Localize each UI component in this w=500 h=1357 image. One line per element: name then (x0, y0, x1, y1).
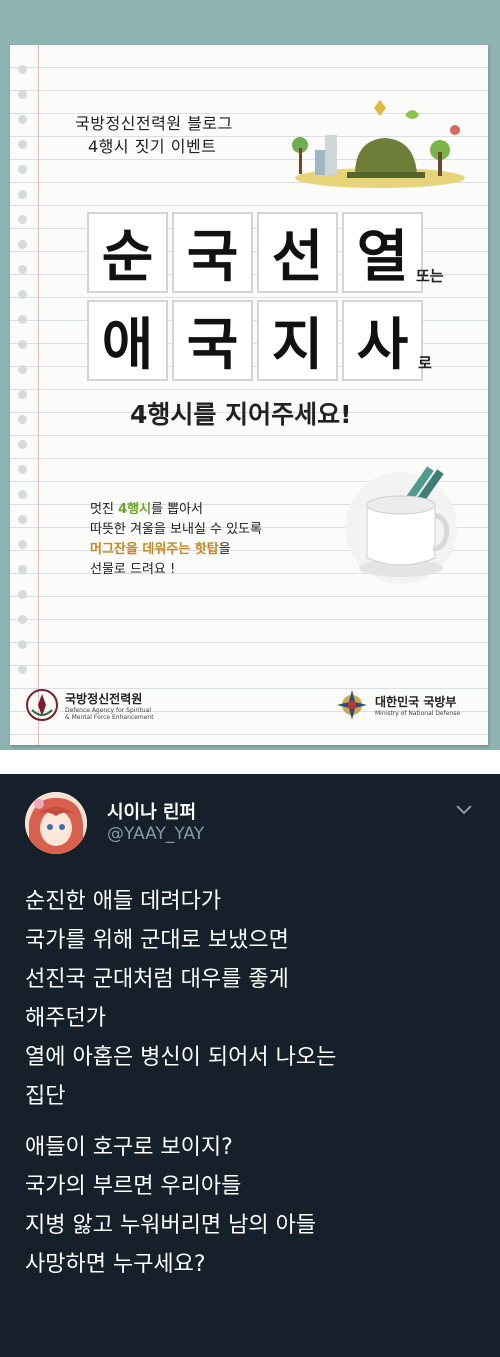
tweet-paragraph-1: 순진한 애들 데려다가 국가를 위해 군대로 보냈으면 선진국 군대처럼 대우를… (25, 882, 485, 1116)
tweet-line: 해주던가 (25, 1006, 106, 1031)
binder-hole (18, 640, 27, 649)
binder-hole (18, 465, 27, 474)
ministry-name-en: Ministry of National Defense (375, 710, 461, 717)
avatar[interactable] (25, 792, 87, 854)
binder-hole (18, 390, 27, 399)
tweet-text: 순진한 애들 데려다가 국가를 위해 군대로 보냈으면 선진국 군대처럼 대우를… (25, 882, 485, 1284)
ministry-logo: 대한민국 국방부 Ministry of National Defense (335, 688, 460, 722)
binder-hole (18, 515, 27, 524)
binder-hole (18, 340, 27, 349)
acrostic-char: 열 (342, 212, 423, 293)
tweet-line: 국가의 부르면 우리아들 (25, 1174, 242, 1199)
display-name[interactable]: 시이나 린퍼 (107, 798, 196, 824)
binder-hole (18, 240, 27, 249)
binder-hole (18, 615, 27, 624)
handwritten-title: 국방정신전력원 블로그 (75, 114, 233, 133)
tweet-line: 집단 (25, 1084, 66, 1109)
binder-hole (18, 140, 27, 149)
row1-suffix: 또는 (416, 267, 444, 285)
chevron-down-icon[interactable] (452, 800, 476, 820)
binder-hole (18, 290, 27, 299)
acrostic-char: 선 (257, 212, 338, 293)
agency-emblem-icon (26, 689, 58, 721)
binder-hole (18, 590, 27, 599)
acrostic-char: 사 (342, 300, 423, 381)
poster-image: 국방정신전력원 블로그 4행시 짓기 이벤트 순 국 선 열 또는 애 국 지 … (0, 0, 500, 750)
acrostic-char: 국 (172, 300, 253, 381)
binder-hole (18, 65, 27, 74)
binder-hole (18, 565, 27, 574)
binder-hole (18, 265, 27, 274)
prize-highlight: 머그잔을 데워주는 핫탑 (90, 542, 219, 557)
binder-hole (18, 415, 27, 424)
tweet-line: 열에 아홉은 병신이 되어서 나오는 (25, 1045, 337, 1070)
tweet-line: 순진한 애들 데려다가 (25, 889, 222, 914)
binder-hole (18, 365, 27, 374)
defence-agency-logo: 국방정신전력원 Defence Agency for Spiritual & M… (25, 688, 154, 722)
handwritten-subtitle: 4행시 짓기 이벤트 (88, 137, 217, 156)
acrostic-char: 국 (172, 212, 253, 293)
binder-hole (18, 490, 27, 499)
binder-hole (18, 190, 27, 199)
binder-hole (18, 165, 27, 174)
ministry-name: 대한민국 국방부 (375, 695, 457, 709)
tweet-card: 시이나 린퍼 @YAAY_YAY 순진한 애들 데려다가 국가를 위해 군대로 … (0, 774, 500, 1357)
mug-warmer-image (345, 466, 457, 584)
acrostic-char: 순 (87, 212, 168, 293)
acrostic-char: 애 (87, 300, 168, 381)
prize-text: 을 (218, 542, 231, 557)
user-handle[interactable]: @YAAY_YAY (107, 824, 204, 844)
prize-description: 멋진 4행시를 뽑아서 따뜻한 겨울을 보내실 수 있도록 머그잔을 데워주는 … (90, 500, 262, 580)
tweet-paragraph-2: 애들이 호구로 보이지? 국가의 부르면 우리아들 지병 앓고 누워버리면 남의… (25, 1128, 485, 1284)
prize-text: 를 뽑아서 (151, 502, 204, 517)
divider (0, 750, 500, 774)
prize-text: 멋진 (90, 502, 119, 517)
tweet-line: 선진국 군대처럼 대우를 좋게 (25, 967, 289, 992)
agency-name: 국방정신전력원 (65, 691, 143, 706)
acrostic-row-1: 순 국 선 열 (87, 212, 427, 293)
agency-name-en: Defence Agency for Spiritual (65, 706, 152, 714)
row2-suffix: 로 (418, 354, 432, 372)
binder-hole (18, 540, 27, 549)
binder-hole (18, 665, 27, 674)
tweet-line: 사망하면 누구세요? (25, 1252, 206, 1277)
poster-headline: 4행시를 지어주세요! (130, 400, 352, 429)
avatar-image (25, 792, 87, 854)
prize-highlight: 4행시 (118, 502, 152, 517)
prize-text: 따뜻한 겨울을 보내실 수 있도록 (90, 522, 263, 537)
tweet-line: 애들이 호구로 보이지? (25, 1135, 233, 1160)
helmet-illustration (292, 100, 465, 188)
margin-line (38, 45, 39, 745)
acrostic-row-2: 애 국 지 사 (87, 300, 427, 381)
binder-hole (18, 115, 27, 124)
binder-hole (18, 315, 27, 324)
agency-name-en: & Mental Force Enhancement (65, 713, 154, 721)
tweet-line: 지병 앓고 누워버리면 남의 아들 (25, 1213, 317, 1238)
tweet-line: 국가를 위해 군대로 보냈으면 (25, 928, 289, 953)
binder-hole (18, 440, 27, 449)
acrostic-char: 지 (257, 300, 338, 381)
ministry-emblem-icon (337, 690, 367, 720)
binder-hole (18, 90, 27, 99)
prize-text: 선물로 드려요 ! (90, 562, 176, 577)
binder-hole (18, 215, 27, 224)
